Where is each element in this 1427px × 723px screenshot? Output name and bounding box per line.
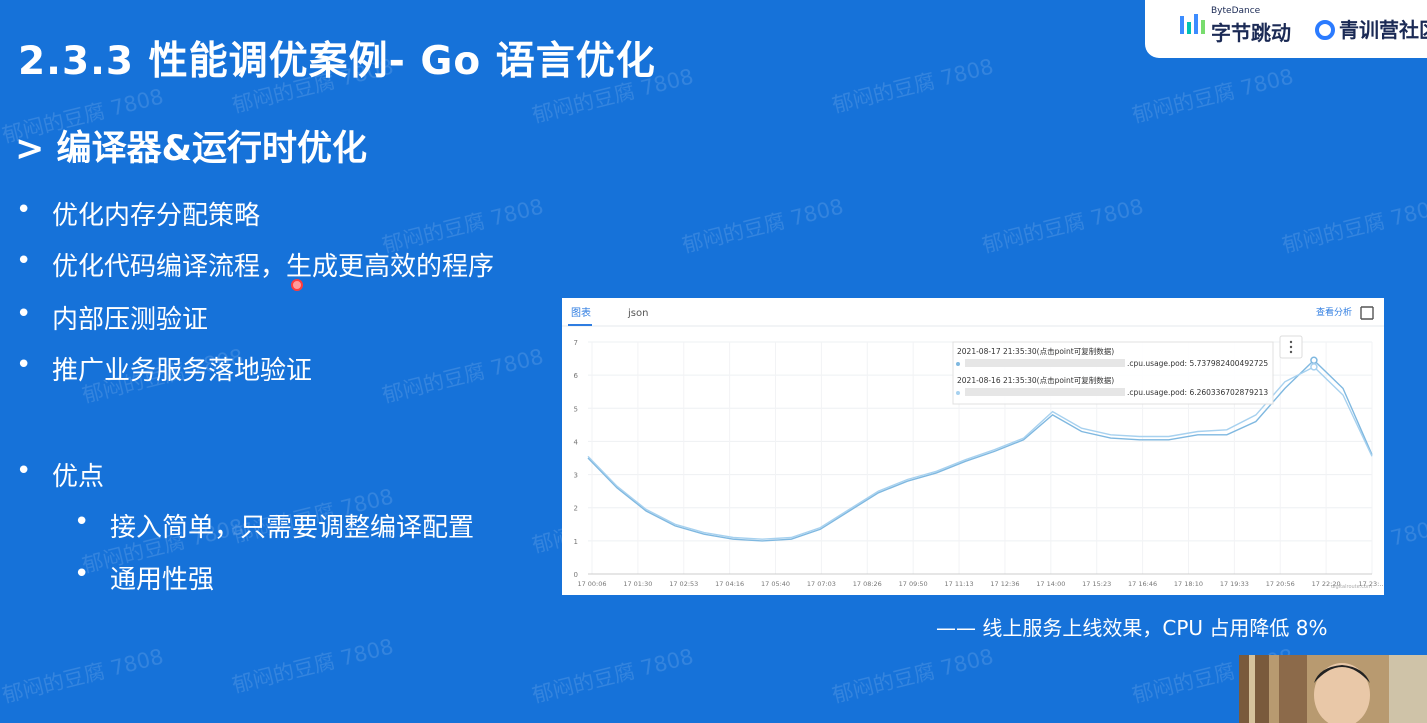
x-tick-label: 17 12:36 (990, 580, 1019, 588)
cpu-usage-chart: 图表 json 查看分析 0 1 2 3 4 5 6 7 17 00:06 17 01:30 17 02:… (562, 306, 1386, 590)
sub-bullet-item: • 通用性强 (74, 559, 215, 596)
sub-bullet-text: 通用性强 (110, 565, 215, 595)
person-video-icon (1239, 655, 1427, 723)
camp-logo-icon (1315, 20, 1335, 40)
watermark-text: 郁闷的豆腐 7808 (829, 644, 996, 708)
watermark-text: 郁闷的豆腐 7808 (1129, 64, 1296, 128)
bullet-dot: • (16, 246, 32, 276)
y-tick-label: 0 (574, 571, 578, 579)
tab-json[interactable]: json (627, 308, 648, 319)
y-tick-label: 6 (574, 372, 579, 380)
bullet-dot: • (74, 507, 90, 537)
slide-subtitle: > 编译器&运行时优化 (15, 129, 368, 169)
bullet-text: 优化代码编译流程，生成更高效的程序 (52, 252, 495, 282)
watermark-text: 郁闷的豆腐 7808 (529, 644, 696, 708)
expand-icon[interactable] (1360, 306, 1374, 320)
watermark-text: 郁闷的豆腐 7808 (0, 644, 166, 708)
bytedance-name: 字节跳动 (1211, 21, 1291, 45)
advantages-heading: • 优点 (16, 456, 105, 493)
tab-chart[interactable]: 图表 (571, 306, 591, 319)
x-tick-label: 17 15:23 (1082, 580, 1111, 588)
bullet-dot: • (16, 299, 32, 329)
bytedance-small-label: ByteDance (1211, 6, 1261, 16)
y-tick-label: 3 (574, 472, 578, 480)
bullet-item: • 优化内存分配策略 (16, 195, 261, 232)
y-tick-label: 7 (574, 339, 578, 347)
tooltip-marker (956, 362, 960, 366)
x-tick-label: 17 07:03 (807, 580, 836, 588)
bullet-text: 优化内存分配策略 (52, 201, 261, 231)
sub-bullet-text: 接入简单，只需要调整编译配置 (110, 513, 475, 543)
x-tick-label: 17 14:00 (1036, 580, 1065, 588)
x-tick-label: 17 02:53 (669, 580, 698, 588)
x-tick-label: 17 08:26 (853, 580, 882, 588)
bullet-item: • 推广业务服务落地验证 (16, 350, 313, 387)
pointer-cursor (291, 279, 303, 291)
x-tick-label: 17 05:40 (761, 580, 790, 588)
chart-caption: —— 线上服务上线效果，CPU 占用降低 8% (936, 616, 1328, 640)
more-vertical-icon (1289, 350, 1293, 354)
x-tick-label: 17 09:50 (899, 580, 928, 588)
x-tick-label: 17 18:10 (1174, 580, 1203, 588)
watermark-text: 郁闷的豆腐 7808 (229, 634, 396, 698)
x-tick-label: 17 16:46 (1128, 580, 1157, 588)
tooltip-time: 2021-08-17 21:35:30(点击point可复制数据) (957, 346, 1114, 356)
x-tick-label: 17 20:56 (1266, 580, 1295, 588)
watermark-text: 郁闷的豆腐 7808 (1279, 194, 1427, 258)
more-vertical-icon (1289, 345, 1293, 349)
tooltip-redacted-series (965, 359, 1125, 367)
watermark-text: 郁闷的豆腐 7808 (829, 54, 996, 118)
bullet-dot: • (16, 456, 32, 486)
advantages-label: 优点 (52, 462, 105, 492)
x-tick-label: 17 19:33 (1220, 580, 1249, 588)
x-tick-label: 17 01:30 (623, 580, 652, 588)
bytedance-logo-icon (1180, 14, 1205, 34)
watermark-text: 郁闷的豆腐 7808 (679, 194, 846, 258)
bullet-text: 内部压测验证 (52, 305, 209, 335)
highlight-point[interactable] (1310, 363, 1318, 371)
y-tick-label: 2 (574, 505, 578, 513)
slide-title: 2.3.3 性能调优案例- Go 语言优化 (18, 39, 656, 84)
y-tick-label: 1 (574, 538, 578, 546)
bullet-text: 推广业务服务落地验证 (52, 356, 313, 386)
webcam-overlay (1239, 655, 1427, 723)
x-tick-label: 17 11:13 (945, 580, 974, 588)
tooltip-metric: .cpu.usage.pod: 5.737982400492725 (1127, 359, 1268, 368)
y-tick-label: 5 (574, 405, 578, 413)
bullet-item: • 优化代码编译流程，生成更高效的程序 (16, 246, 495, 283)
highlight-point[interactable] (1310, 356, 1318, 364)
tooltip-redacted-series (965, 388, 1125, 396)
camp-logo: 青训营社区 (1314, 14, 1427, 43)
tooltip-time: 2021-08-16 21:35:30(点击point可复制数据) (957, 375, 1114, 385)
more-vertical-icon (1289, 340, 1293, 344)
camp-name: 青训营社区 (1339, 18, 1427, 42)
chart-footer-text: digitalroute.com (1331, 584, 1372, 590)
monitoring-chart-panel: 图表 json 查看分析 0 1 2 3 4 5 6 7 17 00:06 17 01:30 17 02:… (562, 298, 1386, 595)
x-tick-label: 17 04:16 (715, 580, 744, 588)
bullet-item: • 内部压测验证 (16, 299, 209, 336)
bullet-dot: • (16, 350, 32, 380)
sub-bullet-item: • 接入简单，只需要调整编译配置 (74, 507, 475, 544)
tooltip-marker (956, 391, 960, 395)
x-tick-label: 17 00:06 (577, 580, 606, 588)
bullet-dot: • (74, 559, 90, 589)
tooltip-metric: .cpu.usage.pod: 6.260336702879213 (1127, 388, 1268, 397)
view-analysis-link[interactable]: 查看分析 (1316, 306, 1352, 318)
watermark-text: 郁闷的豆腐 7808 (979, 194, 1146, 258)
y-tick-label: 4 (574, 438, 579, 446)
watermark-text: 郁闷的豆腐 7808 (379, 344, 546, 408)
bullet-dot: • (16, 195, 32, 225)
